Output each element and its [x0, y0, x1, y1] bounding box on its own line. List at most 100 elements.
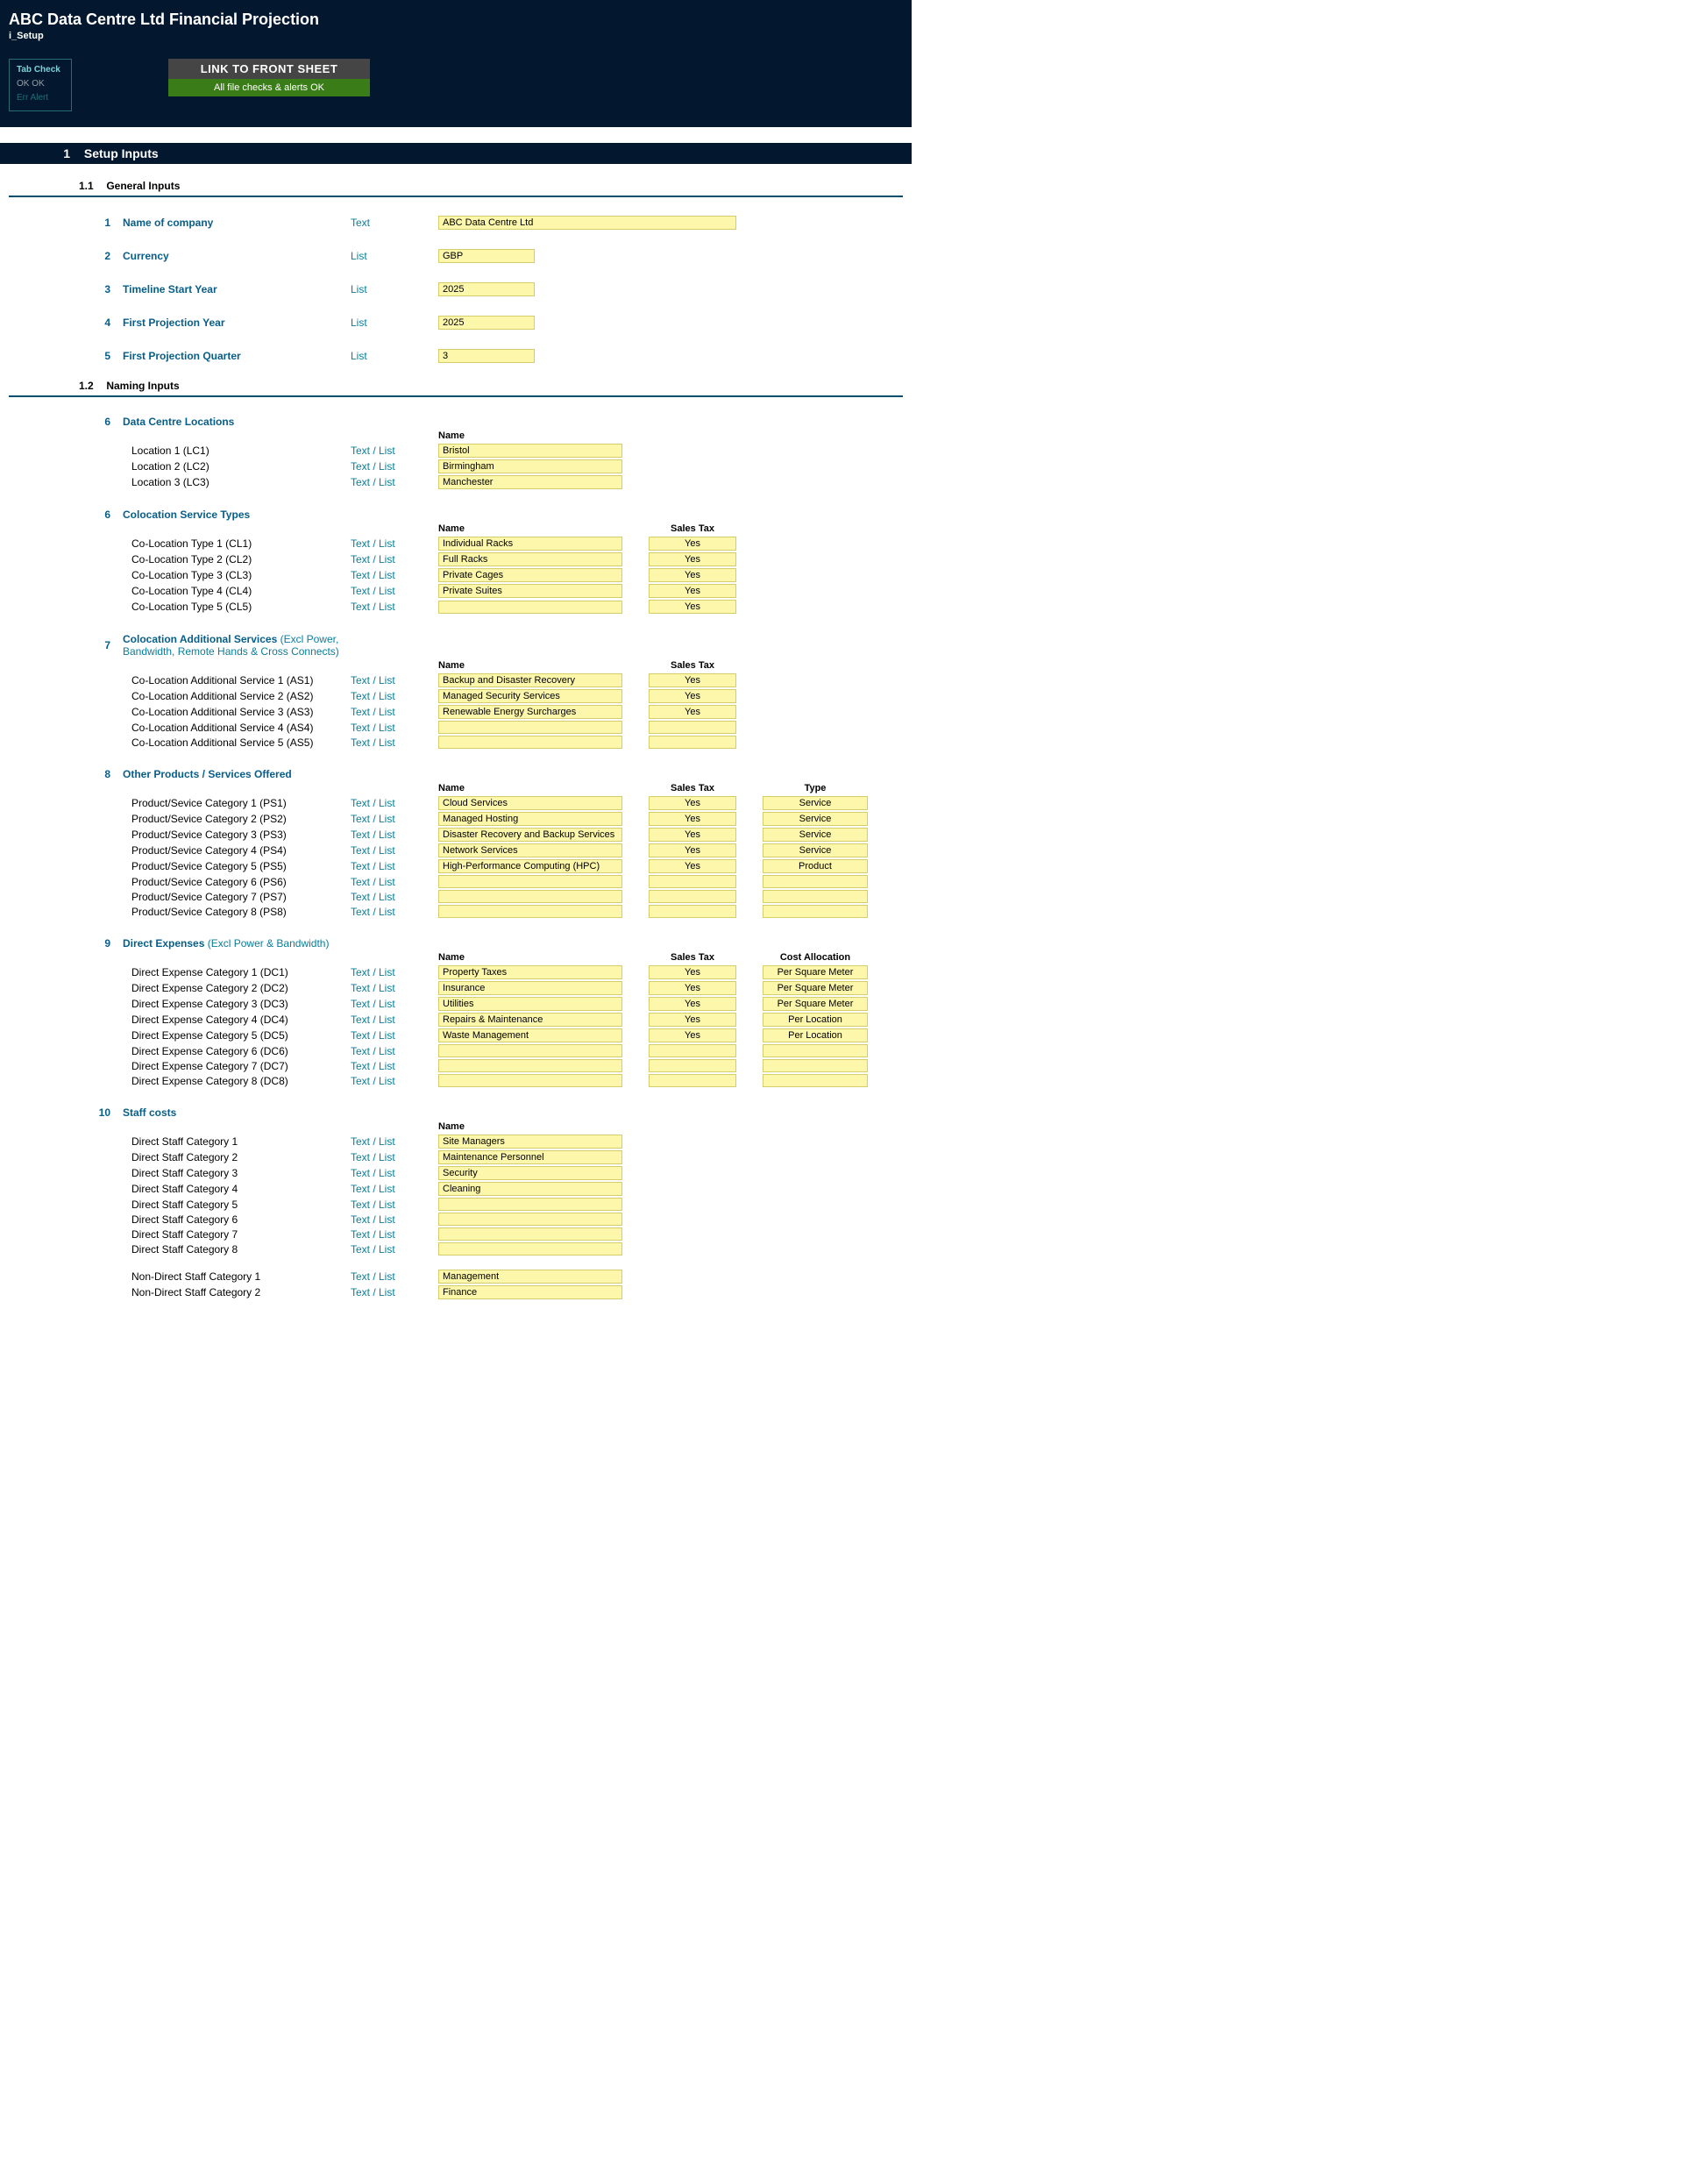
input-cell[interactable]: 3: [438, 349, 535, 363]
input-cell[interactable]: Per Square Meter: [763, 981, 868, 995]
input-cell[interactable]: Yes: [649, 537, 736, 551]
row-label: Co-Location Type 1 (CL1): [123, 537, 351, 550]
input-cell[interactable]: Bristol: [438, 444, 622, 458]
input-cell[interactable]: Yes: [649, 812, 736, 826]
input-cell[interactable]: [649, 875, 736, 888]
input-cell[interactable]: Site Managers: [438, 1135, 622, 1149]
input-cell[interactable]: Yes: [649, 1013, 736, 1027]
input-cell[interactable]: Yes: [649, 859, 736, 873]
input-cell[interactable]: Management: [438, 1270, 622, 1284]
input-row: Co-Location Type 1 (CL1)Text / ListIndiv…: [9, 536, 903, 551]
input-cell[interactable]: High-Performance Computing (HPC): [438, 859, 622, 873]
input-cell[interactable]: [438, 601, 622, 614]
input-cell[interactable]: [438, 1059, 622, 1072]
input-cell[interactable]: [649, 1074, 736, 1087]
input-cell[interactable]: [763, 1059, 868, 1072]
input-type: Text / List: [351, 1075, 438, 1087]
input-cell[interactable]: GBP: [438, 249, 535, 263]
input-cell[interactable]: [649, 736, 736, 749]
input-cell[interactable]: Yes: [649, 828, 736, 842]
input-cell[interactable]: 2025: [438, 282, 535, 296]
input-cell[interactable]: [649, 721, 736, 734]
input-cell[interactable]: Security: [438, 1166, 622, 1180]
input-cell[interactable]: Cloud Services: [438, 796, 622, 810]
input-cell[interactable]: Network Services: [438, 843, 622, 857]
input-row: Co-Location Additional Service 4 (AS4)Te…: [9, 720, 903, 735]
input-cell[interactable]: Insurance: [438, 981, 622, 995]
input-cell[interactable]: [438, 1227, 622, 1241]
input-cell[interactable]: [649, 1044, 736, 1057]
input-cell[interactable]: Yes: [649, 584, 736, 598]
input-cell[interactable]: Yes: [649, 981, 736, 995]
input-cell[interactable]: Maintenance Personnel: [438, 1150, 622, 1164]
input-cell[interactable]: [438, 1213, 622, 1226]
input-cell[interactable]: [649, 905, 736, 918]
input-cell[interactable]: Property Taxes: [438, 965, 622, 979]
input-cell[interactable]: Yes: [649, 796, 736, 810]
input-cell[interactable]: Service: [763, 828, 868, 842]
input-cell[interactable]: Full Racks: [438, 552, 622, 566]
input-cell[interactable]: Finance: [438, 1285, 622, 1299]
input-cell[interactable]: [438, 736, 622, 749]
input-cell[interactable]: [763, 1074, 868, 1087]
input-type: Text / List: [351, 1270, 438, 1283]
input-row: 1Name of companyTextABC Data Centre Ltd: [9, 215, 903, 231]
input-cell[interactable]: Yes: [649, 689, 736, 703]
input-row: Product/Sevice Category 2 (PS2)Text / Li…: [9, 811, 903, 827]
input-cell[interactable]: Yes: [649, 843, 736, 857]
input-cell[interactable]: Renewable Energy Surcharges: [438, 705, 622, 719]
input-cell[interactable]: Waste Management: [438, 1028, 622, 1042]
input-cell[interactable]: [438, 905, 622, 918]
input-cell[interactable]: Private Cages: [438, 568, 622, 582]
input-cell[interactable]: Yes: [649, 568, 736, 582]
input-cell[interactable]: [438, 721, 622, 734]
input-cell[interactable]: Per Square Meter: [763, 997, 868, 1011]
input-cell[interactable]: [763, 1044, 868, 1057]
input-type: Text / List: [351, 797, 438, 809]
row-label: Timeline Start Year: [123, 283, 351, 295]
section-1-bar: 1 Setup Inputs: [0, 143, 912, 164]
link-front-sheet[interactable]: LINK TO FRONT SHEET All file checks & al…: [168, 59, 370, 96]
input-cell[interactable]: [438, 1074, 622, 1087]
input-cell[interactable]: Private Suites: [438, 584, 622, 598]
input-cell[interactable]: [438, 890, 622, 903]
input-cell[interactable]: Backup and Disaster Recovery: [438, 673, 622, 687]
input-cell[interactable]: Yes: [649, 1028, 736, 1042]
input-cell[interactable]: Yes: [649, 997, 736, 1011]
input-cell[interactable]: [649, 1059, 736, 1072]
input-cell[interactable]: [438, 1242, 622, 1256]
input-cell[interactable]: Manchester: [438, 475, 622, 489]
input-cell[interactable]: Service: [763, 843, 868, 857]
input-cell[interactable]: ABC Data Centre Ltd: [438, 216, 736, 230]
input-cell[interactable]: [438, 1198, 622, 1211]
input-cell[interactable]: Yes: [649, 673, 736, 687]
input-cell[interactable]: 2025: [438, 316, 535, 330]
input-cell[interactable]: Yes: [649, 600, 736, 614]
input-cell[interactable]: Disaster Recovery and Backup Services: [438, 828, 622, 842]
input-cell[interactable]: Product: [763, 859, 868, 873]
input-cell[interactable]: Service: [763, 812, 868, 826]
input-cell[interactable]: Yes: [649, 965, 736, 979]
input-cell[interactable]: Cleaning: [438, 1182, 622, 1196]
row-label: Direct Expense Category 7 (DC7): [123, 1060, 351, 1072]
input-cell[interactable]: Yes: [649, 705, 736, 719]
input-cell[interactable]: [438, 875, 622, 888]
input-cell[interactable]: Yes: [649, 552, 736, 566]
row-label: Currency: [123, 250, 351, 262]
input-cell[interactable]: [763, 905, 868, 918]
input-cell[interactable]: [763, 875, 868, 888]
input-cell[interactable]: Managed Hosting: [438, 812, 622, 826]
input-cell[interactable]: Managed Security Services: [438, 689, 622, 703]
input-cell[interactable]: Service: [763, 796, 868, 810]
input-cell[interactable]: [763, 890, 868, 903]
input-cell[interactable]: Per Square Meter: [763, 965, 868, 979]
input-cell[interactable]: Repairs & Maintenance: [438, 1013, 622, 1027]
row-label: Direct Expense Category 2 (DC2): [123, 982, 351, 994]
input-cell[interactable]: Utilities: [438, 997, 622, 1011]
input-cell[interactable]: Birmingham: [438, 459, 622, 473]
input-cell[interactable]: Per Location: [763, 1013, 868, 1027]
input-cell[interactable]: [438, 1044, 622, 1057]
input-cell[interactable]: Individual Racks: [438, 537, 622, 551]
input-cell[interactable]: [649, 890, 736, 903]
input-cell[interactable]: Per Location: [763, 1028, 868, 1042]
